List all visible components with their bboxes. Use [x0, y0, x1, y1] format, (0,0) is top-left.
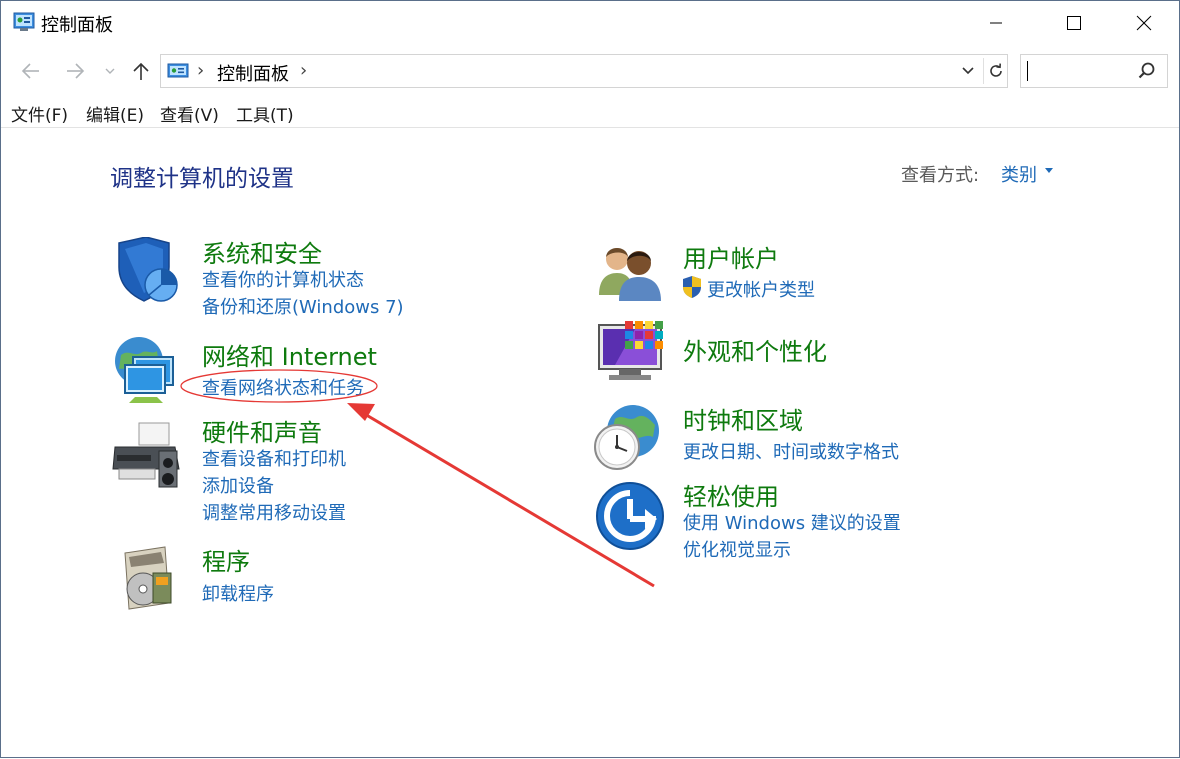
- breadcrumb-separator: ›: [197, 60, 205, 81]
- caret-down-icon[interactable]: [1045, 168, 1053, 173]
- search-input[interactable]: [1021, 55, 1141, 87]
- address-bar[interactable]: › 控制面板 ›: [160, 54, 1008, 88]
- link-view-network-status[interactable]: 查看网络状态和任务: [202, 374, 364, 400]
- link-change-date-time-format[interactable]: 更改日期、时间或数字格式: [683, 438, 899, 464]
- link-mobility-settings[interactable]: 调整常用移动设置: [202, 499, 346, 525]
- close-button[interactable]: [1109, 1, 1179, 45]
- maximize-button[interactable]: [1039, 1, 1109, 45]
- forward-button[interactable]: [61, 57, 89, 85]
- category-system-security[interactable]: 系统和安全: [202, 234, 322, 269]
- link-windows-recommended-settings[interactable]: 使用 Windows 建议的设置: [683, 509, 901, 535]
- menu-edit[interactable]: 编辑(E): [86, 101, 144, 126]
- up-button[interactable]: [129, 57, 153, 85]
- clock-globe-icon[interactable]: [593, 403, 663, 473]
- back-button[interactable]: [17, 57, 45, 85]
- recent-locations-button[interactable]: [101, 57, 119, 85]
- view-by-label: 查看方式:: [901, 165, 980, 186]
- category-clock-region[interactable]: 时钟和区域: [683, 401, 803, 436]
- annotation-arrow-head: [347, 403, 375, 421]
- shield-icon[interactable]: [111, 237, 181, 307]
- category-appearance-personalization[interactable]: 外观和个性化: [683, 332, 827, 367]
- menu-view[interactable]: 查看(V): [160, 101, 219, 126]
- window-title: 控制面板: [41, 15, 113, 36]
- control-panel-icon: [167, 63, 189, 78]
- monitor-palette-icon[interactable]: [595, 319, 665, 389]
- menu-bar: 文件(F) 编辑(E) 查看(V) 工具(T): [1, 97, 1179, 128]
- control-panel-window: 控制面板 › 控制面板 › 文件(F) 编辑(E) 查看(V) 工具(T) 调整…: [0, 0, 1180, 758]
- search-icon[interactable]: [1137, 61, 1157, 81]
- category-ease-of-access[interactable]: 轻松使用: [683, 477, 779, 512]
- link-devices-printers[interactable]: 查看设备和打印机: [202, 445, 346, 471]
- minimize-icon: [990, 22, 1002, 24]
- category-hardware-sound[interactable]: 硬件和声音: [202, 413, 322, 448]
- chevron-down-icon: [105, 68, 115, 74]
- ease-of-access-icon[interactable]: [595, 481, 665, 551]
- category-network-internet[interactable]: 网络和 Internet: [202, 337, 377, 372]
- text-cursor: [1027, 61, 1028, 81]
- link-view-computer-status[interactable]: 查看你的计算机状态: [202, 266, 364, 292]
- breadcrumb-control-panel[interactable]: 控制面板: [217, 60, 289, 86]
- link-uninstall-program[interactable]: 卸载程序: [202, 580, 274, 606]
- link-change-account-type[interactable]: 更改帐户类型: [707, 276, 815, 302]
- chevron-down-icon: [962, 67, 974, 75]
- view-by-dropdown[interactable]: 类别: [1001, 161, 1037, 187]
- navigation-bar: › 控制面板 ›: [1, 49, 1179, 93]
- refresh-button[interactable]: [983, 58, 1008, 84]
- maximize-icon: [1067, 16, 1081, 30]
- network-globe-icon[interactable]: [111, 335, 181, 405]
- minimize-button[interactable]: [961, 1, 1031, 45]
- arrow-up-icon: [133, 62, 149, 80]
- uac-shield-icon: [683, 276, 701, 298]
- refresh-icon: [990, 63, 1002, 77]
- control-panel-icon: [13, 12, 35, 31]
- users-icon[interactable]: [595, 239, 665, 309]
- menu-file[interactable]: 文件(F): [11, 101, 68, 126]
- programs-disc-icon[interactable]: [115, 543, 185, 613]
- search-box[interactable]: [1020, 54, 1168, 88]
- printer-icon[interactable]: [111, 421, 181, 491]
- address-dropdown-button[interactable]: [957, 59, 979, 83]
- link-optimize-visual-display[interactable]: 优化视觉显示: [683, 536, 791, 562]
- breadcrumb-separator[interactable]: ›: [300, 60, 307, 81]
- title-bar: 控制面板: [1, 1, 1179, 45]
- arrow-right-icon: [67, 63, 85, 79]
- category-user-accounts[interactable]: 用户帐户: [683, 239, 779, 274]
- page-title: 调整计算机的设置: [110, 166, 294, 192]
- link-add-device[interactable]: 添加设备: [202, 472, 274, 498]
- menu-tools[interactable]: 工具(T): [236, 101, 294, 126]
- close-icon: [1136, 15, 1152, 31]
- arrow-left-icon: [21, 63, 39, 79]
- link-backup-restore[interactable]: 备份和还原(Windows 7): [202, 293, 404, 319]
- category-programs[interactable]: 程序: [202, 542, 250, 577]
